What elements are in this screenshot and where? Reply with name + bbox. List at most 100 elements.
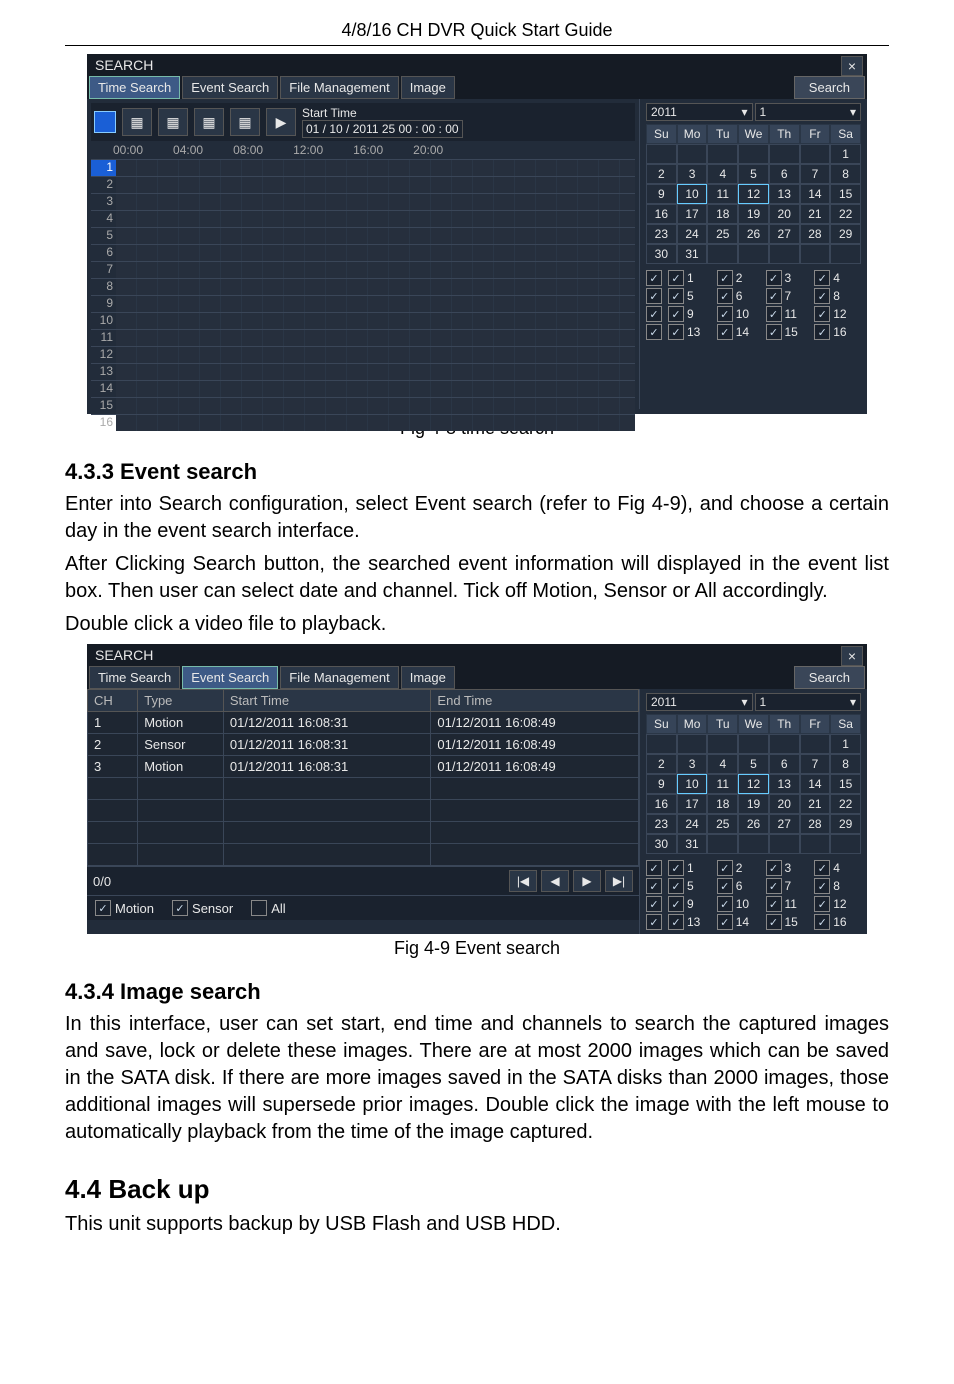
channel-checkbox[interactable]	[717, 878, 733, 894]
channel-checkbox[interactable]	[766, 878, 782, 894]
tab-file-management[interactable]: File Management	[280, 76, 398, 99]
channel-checkbox[interactable]	[766, 860, 782, 876]
channel-checkbox[interactable]	[766, 896, 782, 912]
row-num[interactable]: 3	[91, 194, 116, 210]
calendar[interactable]: 1 2345678 9101112131415 16171819202122 2…	[646, 734, 861, 854]
channel-checkbox[interactable]	[668, 306, 684, 322]
channel-checkbox[interactable]	[766, 270, 782, 286]
channel-checkbox[interactable]	[717, 860, 733, 876]
col-ch[interactable]: CH	[88, 690, 138, 712]
row-num[interactable]: 7	[91, 262, 116, 278]
channel-checkbox[interactable]	[814, 306, 830, 322]
channel-all-checkbox[interactable]	[646, 896, 662, 912]
channel-checkbox[interactable]	[814, 288, 830, 304]
mode-icon[interactable]	[94, 111, 116, 133]
search-button[interactable]: Search	[794, 76, 865, 99]
row-num[interactable]: 9	[91, 296, 116, 312]
month-select[interactable]: 1▾	[755, 103, 862, 121]
channel-checkbox[interactable]	[814, 324, 830, 340]
motion-checkbox[interactable]	[95, 900, 111, 916]
channel-checkbox[interactable]	[668, 288, 684, 304]
channel-checkbox[interactable]	[668, 270, 684, 286]
tab-time-search[interactable]: Time Search	[89, 666, 180, 689]
header-rule	[65, 45, 889, 46]
channel-checkbox[interactable]	[668, 860, 684, 876]
row-num[interactable]: 2	[91, 177, 116, 193]
sensor-checkbox[interactable]	[172, 900, 188, 916]
all-checkbox[interactable]	[251, 900, 267, 916]
channel-all-checkbox[interactable]	[646, 914, 662, 930]
grid16-icon[interactable]: ▦	[230, 108, 260, 136]
tab-event-search[interactable]: Event Search	[182, 666, 278, 689]
table-row[interactable]: 1 Motion 01/12/2011 16:08:31 01/12/2011 …	[88, 712, 639, 734]
channel-checkbox[interactable]	[668, 914, 684, 930]
channel-checkbox[interactable]	[814, 270, 830, 286]
row-num[interactable]: 8	[91, 279, 116, 295]
row-num[interactable]: 4	[91, 211, 116, 227]
month-select[interactable]: 1▾	[755, 693, 862, 711]
figure-caption: Fig 4-9 Event search	[65, 938, 889, 959]
row-num[interactable]: 6	[91, 245, 116, 261]
search-button[interactable]: Search	[794, 666, 865, 689]
grid6-icon[interactable]: ▦	[158, 108, 188, 136]
channel-checkbox[interactable]	[717, 914, 733, 930]
pager-prev-button[interactable]: ◀	[541, 870, 569, 892]
channel-all-checkbox[interactable]	[646, 288, 662, 304]
channel-checkbox[interactable]	[814, 860, 830, 876]
grid9-icon[interactable]: ▦	[194, 108, 224, 136]
channel-all-checkbox[interactable]	[646, 860, 662, 876]
calendar[interactable]: 1 2345678 9101112131415 16171819202122 2…	[646, 144, 861, 264]
grid4-icon[interactable]: ▦	[122, 108, 152, 136]
channel-all-checkbox[interactable]	[646, 878, 662, 894]
row-num[interactable]: 10	[91, 313, 116, 329]
channel-all-checkbox[interactable]	[646, 306, 662, 322]
table-row[interactable]: 3 Motion 01/12/2011 16:08:31 01/12/2011 …	[88, 756, 639, 778]
row-num[interactable]: 12	[91, 347, 116, 363]
row-num[interactable]: 16	[91, 415, 116, 431]
year-select[interactable]: 2011▾	[646, 103, 753, 121]
channel-checkbox[interactable]	[766, 914, 782, 930]
channel-checkbox[interactable]	[717, 324, 733, 340]
pager-next-button[interactable]: ▶	[573, 870, 601, 892]
table-row[interactable]: 2 Sensor 01/12/2011 16:08:31 01/12/2011 …	[88, 734, 639, 756]
row-num[interactable]: 13	[91, 364, 116, 380]
channel-checkbox[interactable]	[717, 288, 733, 304]
pager-last-button[interactable]: ▶|	[605, 870, 633, 892]
channel-all-checkbox[interactable]	[646, 270, 662, 286]
tab-image[interactable]: Image	[401, 76, 455, 99]
row-num[interactable]: 5	[91, 228, 116, 244]
tab-time-search[interactable]: Time Search	[89, 76, 180, 99]
channel-checkbox[interactable]	[766, 324, 782, 340]
col-start-time[interactable]: Start Time	[223, 690, 431, 712]
tab-image[interactable]: Image	[401, 666, 455, 689]
col-end-time[interactable]: End Time	[431, 690, 639, 712]
event-search-window: SEARCH × Time Search Event Search File M…	[87, 644, 867, 934]
close-icon[interactable]: ×	[841, 646, 863, 666]
play-icon[interactable]: ▶	[266, 108, 296, 136]
channel-all-checkbox[interactable]	[646, 324, 662, 340]
row-num[interactable]: 11	[91, 330, 116, 346]
channel-checkbox[interactable]	[668, 324, 684, 340]
col-type[interactable]: Type	[138, 690, 224, 712]
pager-first-button[interactable]: |◀	[509, 870, 537, 892]
channel-checkbox[interactable]	[717, 306, 733, 322]
channel-checkbox[interactable]	[668, 896, 684, 912]
channel-checkbox[interactable]	[814, 896, 830, 912]
close-icon[interactable]: ×	[841, 56, 863, 76]
channel-checkbox[interactable]	[717, 270, 733, 286]
channel-checkbox[interactable]	[814, 878, 830, 894]
row-num[interactable]: 15	[91, 398, 116, 414]
channel-checkbox[interactable]	[668, 878, 684, 894]
channel-checkbox[interactable]	[717, 896, 733, 912]
row-num[interactable]: 14	[91, 381, 116, 397]
row-num[interactable]: 1	[91, 160, 116, 176]
start-time-field[interactable]: 01 / 10 / 2011 25 00 : 00 : 00	[302, 120, 463, 138]
year-select[interactable]: 2011▾	[646, 693, 753, 711]
channel-checkbox[interactable]	[766, 288, 782, 304]
channel-checkbox[interactable]	[766, 306, 782, 322]
tab-file-management[interactable]: File Management	[280, 666, 398, 689]
tab-event-search[interactable]: Event Search	[182, 76, 278, 99]
channel-checkbox[interactable]	[814, 914, 830, 930]
event-filter-row: Motion Sensor All	[87, 895, 639, 920]
table-row	[88, 800, 639, 822]
